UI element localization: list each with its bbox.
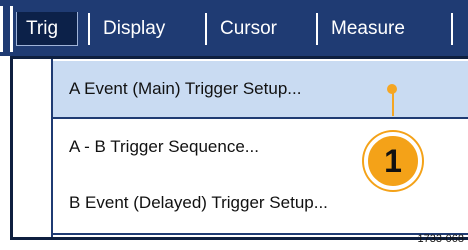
menu-item-label: A - B Trigger Sequence... [69, 137, 259, 156]
menu-separator [316, 13, 318, 45]
menu-separator [88, 13, 90, 45]
menu-trig-label: Trig [26, 18, 59, 39]
callout-number-badge: 1 [364, 132, 422, 190]
menu-cursor[interactable]: Cursor [211, 12, 303, 46]
callout-leader-line [392, 88, 394, 116]
menu-measure[interactable]: Measure [322, 12, 434, 46]
menu-item-a-event-trigger-setup[interactable]: A Event (Main) Trigger Setup... [53, 61, 468, 117]
menu-display-label: Display [103, 18, 166, 39]
menu-item-label: B Event (Delayed) Trigger Setup... [69, 193, 328, 212]
menu-separator [451, 13, 453, 45]
menu-divider [53, 233, 468, 235]
figure-id: 1733-068 [417, 233, 465, 245]
menu-trig[interactable]: Trig [16, 12, 78, 46]
menu-bar-left-edge-inner [10, 6, 13, 52]
menu-bar-left-edge [0, 6, 3, 52]
menu-separator [205, 13, 207, 45]
callout-number: 1 [384, 143, 402, 179]
menu-display[interactable]: Display [94, 12, 194, 46]
menu-item-label: A Event (Main) Trigger Setup... [69, 79, 302, 98]
menu-icon-gutter [13, 59, 53, 237]
menu-bar: Trig Display Cursor Measure [0, 0, 468, 56]
menu-cursor-label: Cursor [220, 18, 278, 39]
menu-measure-label: Measure [331, 18, 405, 39]
